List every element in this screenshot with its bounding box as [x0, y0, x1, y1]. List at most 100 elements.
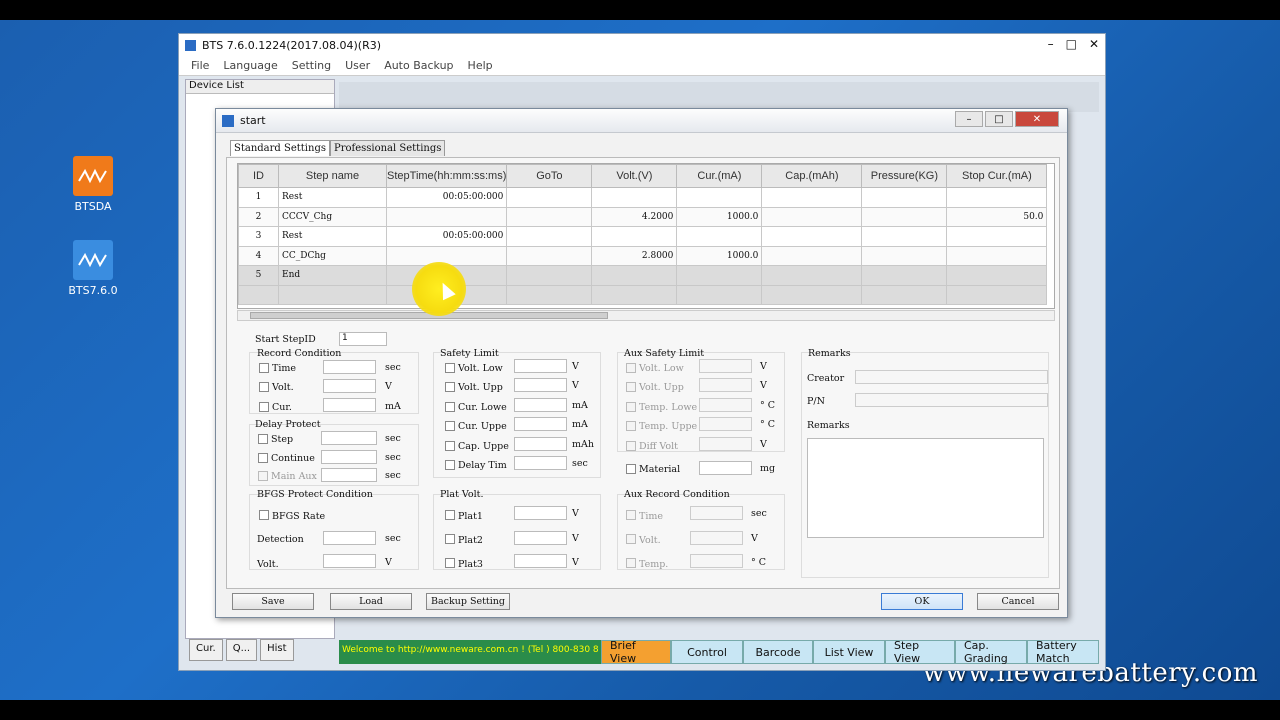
tab-q[interactable]: Q...: [225, 639, 258, 661]
dialog-minimize-icon[interactable]: –: [955, 111, 983, 127]
aux-record-time-checkbox[interactable]: [626, 510, 636, 520]
safety-cap-upp-checkbox[interactable]: [445, 441, 455, 451]
cell[interactable]: [591, 226, 678, 247]
plat3-input[interactable]: [514, 554, 567, 568]
cell[interactable]: [761, 206, 863, 227]
cell[interactable]: [278, 284, 387, 305]
col-id[interactable]: ID: [238, 164, 279, 188]
maximize-icon[interactable]: □: [1066, 37, 1077, 51]
step-view-button[interactable]: Step View: [885, 639, 955, 665]
minimize-icon[interactable]: –: [1048, 37, 1054, 51]
menu-language[interactable]: Language: [223, 59, 277, 72]
cell[interactable]: [676, 187, 763, 208]
plat2-input[interactable]: [514, 531, 567, 545]
record-time-input[interactable]: [323, 360, 376, 374]
cell[interactable]: 00:05:00:000: [385, 226, 508, 247]
cell[interactable]: [676, 226, 763, 247]
cell[interactable]: 1: [238, 187, 279, 208]
delay-continue-checkbox[interactable]: [258, 453, 268, 463]
record-volt-input[interactable]: [323, 379, 376, 393]
cell[interactable]: [946, 265, 1048, 286]
desktop-icon-btsda[interactable]: BTSDA: [58, 156, 128, 213]
safety-volt-low-input[interactable]: [514, 359, 567, 373]
cell[interactable]: [761, 187, 863, 208]
aux-temp-upp-input[interactable]: [699, 417, 752, 431]
close-icon[interactable]: ✕: [1089, 37, 1099, 51]
cell[interactable]: CCCV_Chg: [278, 206, 387, 227]
cell[interactable]: Rest: [278, 187, 387, 208]
desktop-icon-bts760[interactable]: BTS7.6.0: [58, 240, 128, 297]
cell[interactable]: [506, 284, 593, 305]
aux-record-temp-input[interactable]: [690, 554, 743, 568]
menu-setting[interactable]: Setting: [292, 59, 331, 72]
menu-help[interactable]: Help: [468, 59, 493, 72]
cell[interactable]: [238, 284, 279, 305]
ok-button[interactable]: OK: [881, 593, 963, 610]
col-goto[interactable]: GoTo: [506, 164, 593, 188]
safety-cur-low-checkbox[interactable]: [445, 402, 455, 412]
aux-record-temp-checkbox[interactable]: [626, 558, 636, 568]
remarks-textarea[interactable]: [807, 438, 1044, 538]
bfgs-rate-checkbox[interactable]: [259, 510, 269, 520]
bfgs-volt-input[interactable]: [323, 554, 376, 568]
start-step-spinner[interactable]: 1: [339, 332, 387, 346]
delay-main-aux-input[interactable]: [321, 468, 377, 482]
cell[interactable]: [946, 187, 1048, 208]
col-stop-cur[interactable]: Stop Cur.(mA): [946, 164, 1048, 188]
cell[interactable]: [761, 265, 863, 286]
safety-cur-upp-checkbox[interactable]: [445, 421, 455, 431]
window-titlebar[interactable]: BTS 7.6.0.1224(2017.08.04)(R3) – □ ✕: [179, 34, 1105, 56]
cell[interactable]: 1000.0: [676, 206, 763, 227]
safety-delay-time-checkbox[interactable]: [445, 460, 455, 470]
cell[interactable]: 2.8000: [591, 245, 678, 266]
menu-file[interactable]: File: [191, 59, 209, 72]
safety-delay-time-input[interactable]: [514, 456, 567, 470]
cell[interactable]: End: [278, 265, 387, 286]
cell[interactable]: [591, 284, 678, 305]
aux-temp-low-checkbox[interactable]: [626, 402, 636, 412]
creator-input[interactable]: [855, 370, 1048, 384]
dialog-titlebar[interactable]: start – □ ✕: [216, 109, 1067, 133]
material-checkbox[interactable]: [626, 464, 636, 474]
cell[interactable]: 2: [238, 206, 279, 227]
grid-horizontal-scrollbar[interactable]: [237, 310, 1055, 321]
cell[interactable]: 4: [238, 245, 279, 266]
dialog-close-icon[interactable]: ✕: [1015, 111, 1059, 127]
aux-volt-upp-checkbox[interactable]: [626, 382, 636, 392]
table-row[interactable]: 1 Rest 00:05:00:000: [238, 187, 1048, 208]
delay-main-aux-checkbox[interactable]: [258, 471, 268, 481]
cell[interactable]: [676, 284, 763, 305]
pn-input[interactable]: [855, 393, 1048, 407]
aux-record-volt-checkbox[interactable]: [626, 534, 636, 544]
cell[interactable]: [946, 245, 1048, 266]
material-input[interactable]: [699, 461, 752, 475]
record-cur-checkbox[interactable]: [259, 402, 269, 412]
col-cap[interactable]: Cap.(mAh): [761, 164, 863, 188]
aux-diff-volt-input[interactable]: [699, 437, 752, 451]
step-grid[interactable]: ID Step name StepTime(hh:mm:ss:ms) GoTo …: [237, 163, 1055, 309]
aux-temp-low-input[interactable]: [699, 398, 752, 412]
barcode-button[interactable]: Barcode: [743, 640, 813, 664]
tab-cur[interactable]: Cur.: [189, 639, 223, 661]
safety-cur-low-input[interactable]: [514, 398, 567, 412]
tab-standard-settings[interactable]: Standard Settings: [230, 140, 330, 156]
aux-record-volt-input[interactable]: [690, 531, 743, 545]
aux-temp-upp-checkbox[interactable]: [626, 421, 636, 431]
cell[interactable]: [861, 245, 948, 266]
tab-hist[interactable]: Hist: [260, 639, 294, 661]
cell[interactable]: [385, 206, 508, 227]
record-cur-input[interactable]: [323, 398, 376, 412]
record-volt-checkbox[interactable]: [259, 382, 269, 392]
cell[interactable]: [861, 284, 948, 305]
list-view-button[interactable]: List View: [813, 640, 885, 664]
col-pressure[interactable]: Pressure(KG): [861, 164, 948, 188]
cell[interactable]: 4.2000: [591, 206, 678, 227]
table-row[interactable]: 2 CCCV_Chg 4.2000 1000.0 50.0: [238, 206, 1048, 227]
safety-volt-low-checkbox[interactable]: [445, 363, 455, 373]
table-row[interactable]: 4 CC_DChg 2.8000 1000.0: [238, 245, 1048, 266]
cell[interactable]: Rest: [278, 226, 387, 247]
cell[interactable]: [506, 206, 593, 227]
menu-user[interactable]: User: [345, 59, 370, 72]
table-row[interactable]: 5 End: [238, 265, 1048, 286]
cell[interactable]: [591, 265, 678, 286]
